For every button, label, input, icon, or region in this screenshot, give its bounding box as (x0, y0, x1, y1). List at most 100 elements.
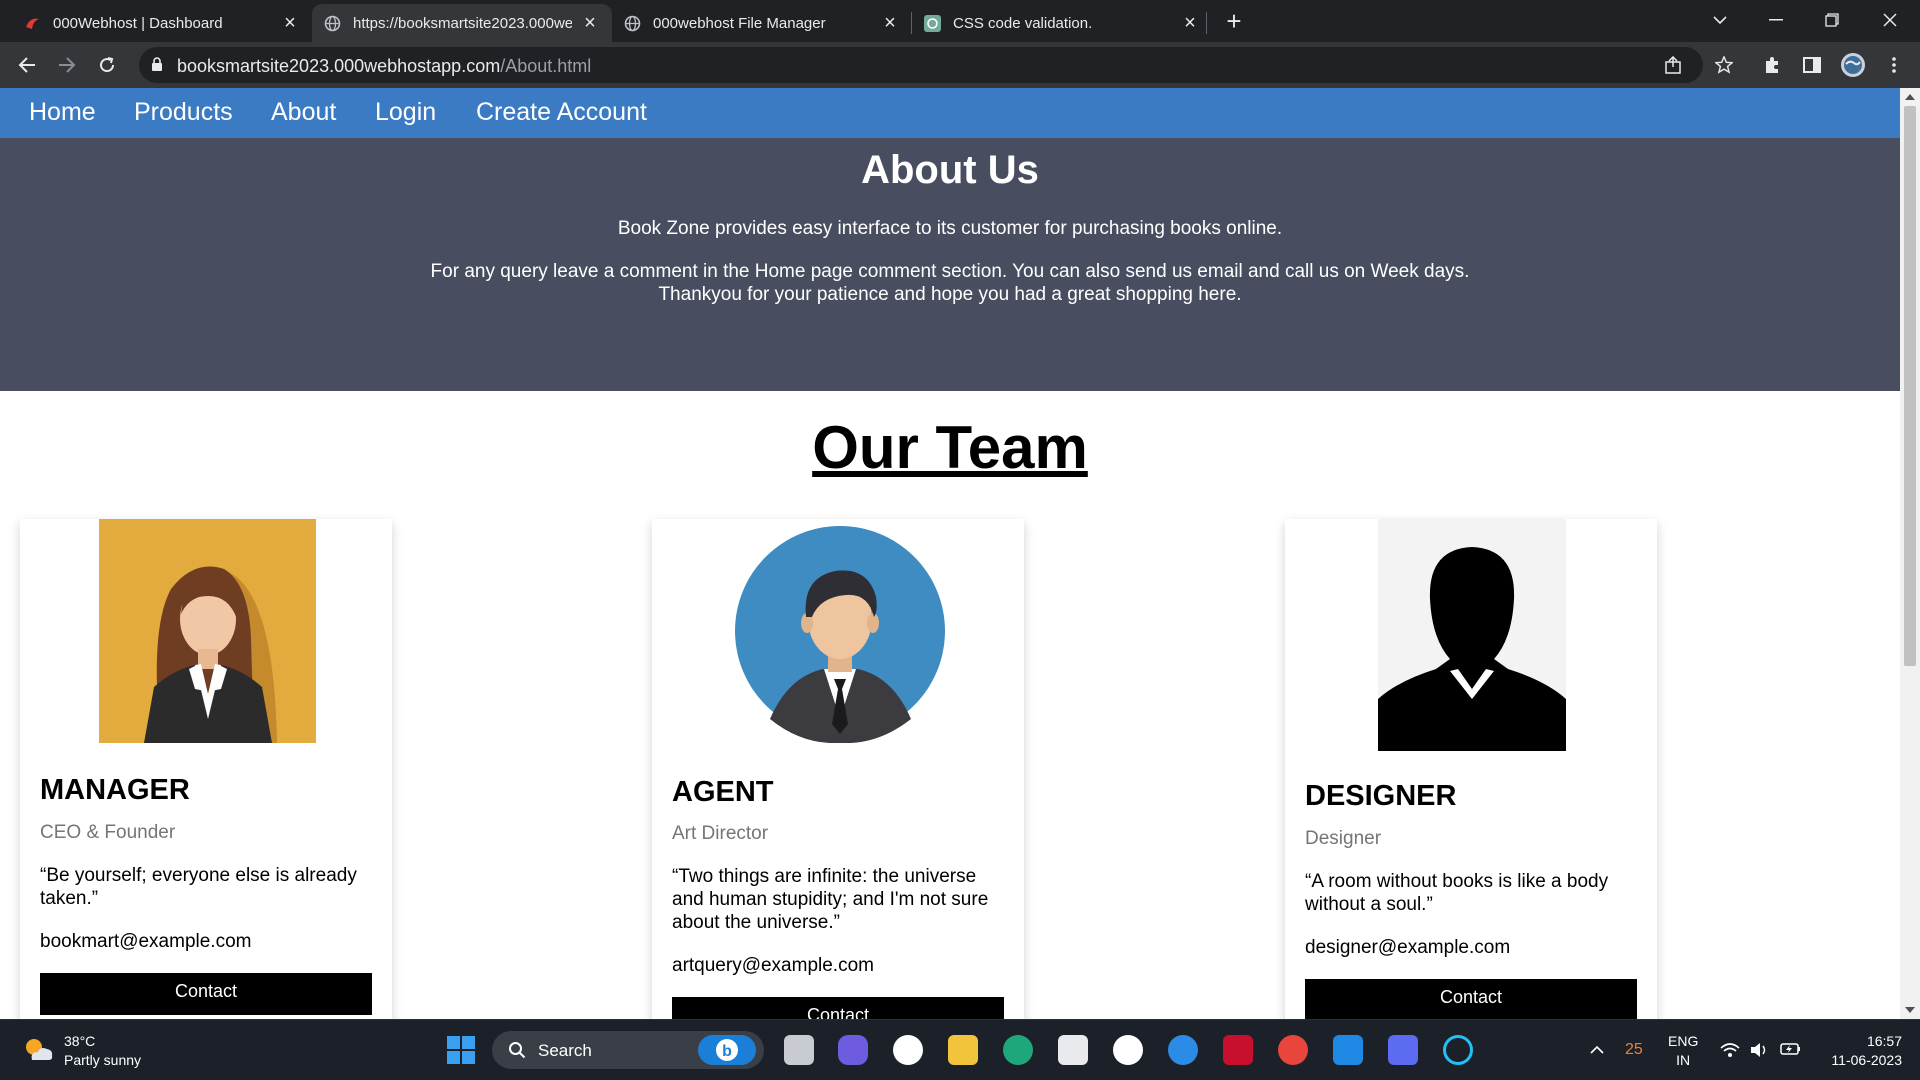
search-icon (508, 1041, 526, 1064)
forward-icon[interactable] (53, 51, 81, 79)
close-tab-icon[interactable]: × (880, 12, 900, 34)
tab-000webhost-dashboard[interactable]: 000Webhost | Dashboard × (12, 4, 312, 42)
tab-title: 000webhost File Manager (653, 14, 826, 32)
tray-app-icon[interactable]: 25 (1625, 1040, 1643, 1059)
member-title: Art Director (672, 823, 769, 844)
github-app-icon[interactable] (1113, 1035, 1143, 1065)
member-quote: “A room without books is like a body wit… (1305, 871, 1609, 915)
cortana-icon[interactable] (1443, 1035, 1473, 1065)
tab-about-page[interactable]: https://booksmartsite2023.000webhostapp.… (312, 4, 612, 42)
file-explorer-icon[interactable] (948, 1035, 978, 1065)
window-app-icon[interactable] (1333, 1035, 1363, 1065)
member-role: DESIGNER (1305, 780, 1457, 812)
browser-toolbar: booksmartsite2023.000webhostapp.com/Abou… (0, 42, 1920, 88)
tab-title: https://booksmartsite2023.000webhostapp.… (353, 14, 572, 32)
close-tab-icon[interactable]: × (1180, 12, 1200, 34)
nav-create-account[interactable]: Create Account (476, 98, 647, 127)
team-card-designer: DESIGNER Designer “A room without books … (1285, 519, 1657, 1019)
weather-desc: Partly sunny (64, 1052, 142, 1068)
clock-date: 11-06-2023 (1831, 1052, 1902, 1068)
chrome-icon[interactable] (1278, 1035, 1308, 1065)
nav-products[interactable]: Products (134, 98, 233, 127)
extensions-icon[interactable] (1758, 51, 1786, 79)
tab-title: CSS code validation. (953, 14, 1093, 32)
nav-home[interactable]: Home (29, 98, 96, 127)
member-email: artquery@example.com (672, 955, 874, 976)
reload-icon[interactable] (93, 51, 121, 79)
page-title: About Us (861, 148, 1039, 192)
tab-search-icon[interactable] (1692, 0, 1748, 40)
bing-icon[interactable]: b (698, 1035, 756, 1065)
region-code: IN (1676, 1052, 1691, 1068)
edge-icon[interactable] (1003, 1035, 1033, 1065)
agent-avatar (728, 519, 953, 743)
scroll-up-icon[interactable] (1905, 94, 1915, 100)
about-line-2: For any query leave a comment in the Hom… (430, 261, 1470, 282)
000webhost-favicon-icon (24, 15, 41, 32)
profile-icon[interactable] (1839, 51, 1867, 79)
back-icon[interactable] (13, 51, 41, 79)
show-hidden-icons-icon[interactable] (1590, 1042, 1604, 1060)
video-app-icon[interactable] (1388, 1035, 1418, 1065)
minimize-icon[interactable] (1748, 0, 1804, 40)
site-navbar: Home Products About Login Create Account (0, 88, 1900, 138)
page-viewport: Home Products About Login Create Account… (0, 88, 1900, 1019)
scrollbar-thumb[interactable] (1904, 106, 1916, 666)
address-bar[interactable]: booksmartsite2023.000webhostapp.com/Abou… (139, 47, 1703, 83)
restore-icon[interactable] (1804, 0, 1860, 40)
taskbar-search[interactable]: Search b (492, 1031, 764, 1069)
contact-button[interactable]: Contact (1305, 979, 1637, 1019)
member-title: Designer (1305, 828, 1382, 849)
member-quote: “Be yourself; everyone else is already t… (40, 865, 357, 909)
weather-partly-sunny-icon[interactable] (22, 1036, 54, 1064)
member-role: AGENT (672, 776, 774, 808)
close-window-icon[interactable] (1862, 0, 1918, 40)
contact-button[interactable]: Contact (40, 973, 372, 1015)
teams-chat-icon[interactable] (838, 1035, 868, 1065)
volume-icon[interactable] (1750, 1042, 1770, 1063)
share-icon[interactable] (1663, 55, 1683, 75)
tab-title: 000Webhost | Dashboard (53, 14, 223, 32)
star-icon[interactable] (1710, 51, 1738, 79)
nav-login[interactable]: Login (375, 98, 436, 127)
tab-separator (1206, 12, 1207, 34)
url-text: booksmartsite2023.000webhostapp.com/Abou… (177, 56, 591, 77)
word-app-icon[interactable] (893, 1035, 923, 1065)
wifi-icon[interactable] (1720, 1042, 1740, 1063)
team-card-manager: MANAGER CEO & Founder “Be yourself; ever… (20, 519, 392, 1019)
weather-widget[interactable]: 38°C Partly sunny (64, 1032, 141, 1070)
sidepanel-icon[interactable] (1798, 51, 1826, 79)
microsoft-store-icon[interactable] (1058, 1035, 1088, 1065)
nav-about[interactable]: About (271, 98, 336, 127)
tab-file-manager[interactable]: 000webhost File Manager × (612, 4, 912, 42)
lock-icon[interactable] (151, 57, 163, 77)
browser-tab-strip: 000Webhost | Dashboard × https://booksma… (0, 0, 1920, 42)
page-scrollbar[interactable] (1900, 88, 1920, 1019)
member-email: designer@example.com (1305, 937, 1511, 958)
windows-start-icon[interactable] (446, 1035, 476, 1065)
new-tab-button[interactable]: + (1222, 8, 1246, 34)
battery-icon[interactable] (1780, 1041, 1802, 1062)
task-view-icon[interactable] (784, 1035, 814, 1065)
scroll-down-icon[interactable] (1905, 1007, 1915, 1013)
about-intro: Book Zone provides easy interface to its… (617, 218, 1283, 239)
member-quote: “Two things are infinite: the universe a… (672, 866, 989, 933)
help-app-icon[interactable] (1168, 1035, 1198, 1065)
windows-taskbar: 38°C Partly sunny Search b 25 ENG IN 16:… (0, 1019, 1920, 1080)
close-tab-icon[interactable]: × (280, 12, 300, 34)
menu-icon[interactable] (1880, 51, 1908, 79)
clock-time: 16:57 (1866, 1033, 1902, 1049)
tab-css-validation[interactable]: CSS code validation. × (912, 4, 1212, 42)
search-label: Search (538, 1041, 592, 1060)
designer-avatar (1378, 519, 1566, 751)
mcafee-icon[interactable] (1223, 1035, 1253, 1065)
close-tab-icon[interactable]: × (580, 12, 600, 34)
globe-icon (624, 15, 641, 32)
url-host: booksmartsite2023.000webhostapp.com (177, 56, 501, 76)
contact-button[interactable]: Contact (672, 997, 1004, 1019)
clock[interactable]: 16:57 11-06-2023 (1822, 1032, 1902, 1070)
team-card-agent: AGENT Art Director “Two things are infin… (652, 519, 1024, 1019)
language-indicator[interactable]: ENG IN (1668, 1032, 1698, 1070)
globe-icon (324, 15, 341, 32)
language-code: ENG (1668, 1033, 1699, 1049)
